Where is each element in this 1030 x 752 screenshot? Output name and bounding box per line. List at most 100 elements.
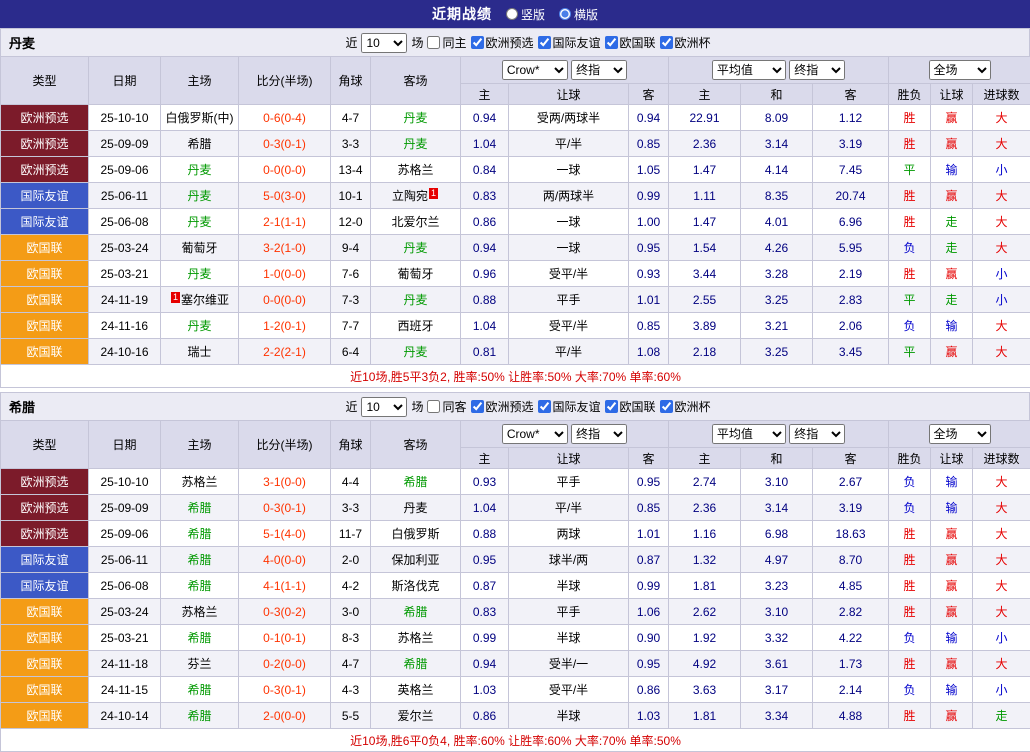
match-row: 国际友谊25-06-08希腊4-1(1-1)4-2斯洛伐克0.87半球0.991… — [1, 573, 1030, 599]
friendly-checkbox[interactable] — [538, 400, 551, 413]
euro-draw-odds: 3.34 — [741, 703, 813, 729]
match-date: 25-09-09 — [89, 495, 161, 521]
result-handicap: 赢 — [931, 547, 973, 573]
asian-final-odds-select[interactable]: 终指 — [571, 60, 627, 80]
match-row: 欧国联24-11-15希腊0-3(0-1)4-3英格兰1.03受平/半0.863… — [1, 677, 1030, 703]
nations-league-checkbox[interactable] — [605, 400, 618, 413]
match-row: 欧国联25-03-21希腊0-1(0-1)8-3苏格兰0.99半球0.901.9… — [1, 625, 1030, 651]
competition-option-nations-league: 欧国联 — [605, 34, 656, 51]
match-type: 欧国联 — [1, 677, 89, 703]
handicap-home-odds: 1.03 — [461, 677, 509, 703]
bookmaker-select[interactable]: Crow* — [502, 60, 568, 80]
sub-col-asian-away: 客 — [629, 448, 669, 469]
result-goals: 小 — [973, 261, 1030, 287]
match-type: 欧洲预选 — [1, 469, 89, 495]
match-row: 欧国联24-11-191塞尔维亚0-0(0-0)7-3丹麦0.88平手1.012… — [1, 287, 1030, 313]
home-team: 希腊 — [161, 495, 239, 521]
same-side-checkbox[interactable] — [427, 400, 440, 413]
away-team: 斯洛伐克 — [371, 573, 461, 599]
euro-final-odds-select[interactable]: 终指 — [789, 424, 845, 444]
handicap-line: 平/半 — [509, 131, 629, 157]
handicap-away-odds: 0.85 — [629, 313, 669, 339]
section-summary: 近10场,胜5平3负2, 胜率:50% 让胜率:50% 大率:70% 单率:60… — [1, 365, 1030, 388]
corner-count: 11-7 — [331, 521, 371, 547]
near-label: 近 — [345, 398, 357, 415]
corner-count: 7-6 — [331, 261, 371, 287]
competition-option-friendly: 国际友谊 — [538, 34, 601, 51]
euro-draw-odds: 3.17 — [741, 677, 813, 703]
result-handicap: 赢 — [931, 599, 973, 625]
euro-final-odds-select[interactable]: 终指 — [789, 60, 845, 80]
match-date: 24-11-16 — [89, 313, 161, 339]
handicap-home-odds: 1.04 — [461, 495, 509, 521]
handicap-away-odds: 0.95 — [629, 651, 669, 677]
same-side-label: 同主 — [442, 34, 466, 51]
average-odds-select[interactable]: 平均值 — [712, 60, 786, 80]
away-team: 希腊 — [371, 469, 461, 495]
euro-qualifier-checkbox[interactable] — [471, 36, 484, 49]
team-name-text: 葡萄牙 — [181, 241, 217, 255]
match-score: 1-0(0-0) — [239, 261, 331, 287]
friendly-label: 国际友谊 — [553, 34, 601, 51]
euro-cup-checkbox[interactable] — [660, 400, 673, 413]
result-goals: 大 — [973, 599, 1030, 625]
result-handicap: 输 — [931, 313, 973, 339]
handicap-home-odds: 0.83 — [461, 183, 509, 209]
euro-away-odds: 2.83 — [813, 287, 889, 313]
home-team: 希腊 — [161, 521, 239, 547]
full-match-select[interactable]: 全场 — [929, 60, 991, 80]
match-count-select[interactable]: 10 — [361, 33, 407, 53]
team-name-text: 北爱尔兰 — [391, 215, 439, 229]
asian-final-odds-select[interactable]: 终指 — [571, 424, 627, 444]
corner-count: 3-0 — [331, 599, 371, 625]
corner-count: 4-7 — [331, 105, 371, 131]
match-score: 4-0(0-0) — [239, 547, 331, 573]
results-table: 类型 日期 主场 比分(半场) 角球 客场 Crow* 终指 平均值 终指 全场 — [0, 56, 1030, 388]
col-header-corners: 角球 — [331, 57, 371, 105]
result-handicap: 赢 — [931, 261, 973, 287]
euro-cup-checkbox[interactable] — [660, 36, 673, 49]
match-count-select[interactable]: 10 — [361, 397, 407, 417]
match-date: 25-09-06 — [89, 157, 161, 183]
match-date: 25-06-08 — [89, 209, 161, 235]
home-team: 希腊 — [161, 573, 239, 599]
euro-away-odds: 2.14 — [813, 677, 889, 703]
team-name-text: 丹麦 — [403, 111, 427, 125]
result-handicap: 输 — [931, 157, 973, 183]
full-match-select[interactable]: 全场 — [929, 424, 991, 444]
team-name-text: 希腊 — [187, 527, 211, 541]
home-team: 芬兰 — [161, 651, 239, 677]
handicap-home-odds: 0.94 — [461, 651, 509, 677]
bookmaker-select[interactable]: Crow* — [502, 424, 568, 444]
same-side-checkbox[interactable] — [427, 36, 440, 49]
euro-qualifier-checkbox[interactable] — [471, 400, 484, 413]
team-name-text: 丹麦 — [403, 137, 427, 151]
result-outcome: 胜 — [889, 573, 931, 599]
euro-draw-odds: 6.98 — [741, 521, 813, 547]
match-date: 24-11-19 — [89, 287, 161, 313]
col-header-away: 客场 — [371, 57, 461, 105]
euro-home-odds: 3.44 — [669, 261, 741, 287]
match-type: 欧洲预选 — [1, 495, 89, 521]
result-outcome: 胜 — [889, 261, 931, 287]
vertical-view-radio[interactable] — [506, 8, 518, 20]
horizontal-view-radio[interactable] — [559, 8, 571, 20]
nations-league-checkbox[interactable] — [605, 36, 618, 49]
average-odds-select[interactable]: 平均值 — [712, 424, 786, 444]
team-name-text: 塞尔维亚 — [181, 293, 229, 307]
team-name-text: 斯洛伐克 — [391, 579, 439, 593]
handicap-away-odds: 1.01 — [629, 521, 669, 547]
result-outcome: 负 — [889, 313, 931, 339]
same-side-option: 同主 — [427, 34, 466, 51]
match-date: 24-11-18 — [89, 651, 161, 677]
friendly-checkbox[interactable] — [538, 36, 551, 49]
sub-col-handicap-result: 让球 — [931, 448, 973, 469]
handicap-home-odds: 0.88 — [461, 287, 509, 313]
result-goals: 大 — [973, 495, 1030, 521]
away-team: 爱尔兰 — [371, 703, 461, 729]
match-date: 25-03-24 — [89, 235, 161, 261]
result-goals: 小 — [973, 625, 1030, 651]
result-goals: 大 — [973, 573, 1030, 599]
match-row: 欧国联25-03-21丹麦1-0(0-0)7-6葡萄牙0.96受平/半0.933… — [1, 261, 1030, 287]
away-team: 葡萄牙 — [371, 261, 461, 287]
